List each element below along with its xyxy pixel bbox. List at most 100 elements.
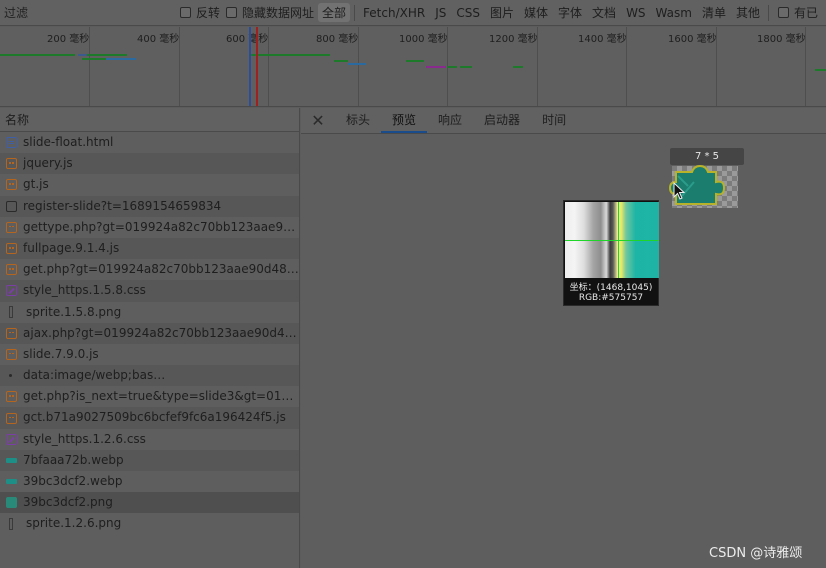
request-row[interactable]: sprite.1.5.8.png — [0, 302, 299, 323]
waterfall-bar — [106, 58, 136, 60]
timeline-tick-label: 200 毫秒 — [47, 34, 90, 45]
request-row[interactable]: register-slide?t=1689154659834 — [0, 195, 299, 217]
webp-image-icon — [6, 457, 17, 463]
request-row[interactable]: slide-float.html — [0, 132, 299, 153]
request-name: sprite.1.5.8.png — [26, 304, 122, 319]
request-list: 名称 slide-float.html jquery.js gt.js regi… — [0, 108, 300, 568]
waterfall-bar — [87, 54, 127, 56]
request-row[interactable]: 7bfaaa72b.webp — [0, 449, 299, 471]
request-row[interactable]: sprite.1.2.6.png — [0, 513, 299, 534]
script-icon — [6, 327, 17, 339]
timeline-tick-label: 1000 毫秒 — [399, 34, 448, 45]
request-row[interactable]: slide.7.9.0.js — [0, 344, 299, 365]
tab-timing[interactable]: 时间 — [531, 108, 577, 133]
request-row[interactable]: get.php?gt=019924a82c70bb123aae90d48308… — [0, 259, 299, 280]
request-row[interactable]: gct.b71a9027509bc6bcfef9fc6a196424f5.js — [0, 407, 299, 429]
request-rows: slide-float.html jquery.js gt.js registe… — [0, 132, 299, 535]
image-preview: 7 * 5 — [668, 148, 748, 212]
close-icon[interactable]: ✕ — [301, 108, 335, 133]
detail-tabs: ✕ 标头 预览 响应 启动器 时间 — [301, 108, 826, 134]
type-filter-css[interactable]: CSS — [452, 5, 484, 21]
has-blocked-cookies-checkbox-box[interactable] — [777, 7, 789, 18]
script-icon — [6, 348, 17, 360]
request-row[interactable]: ajax.php?gt=019924a82c70bb123aae90d4830… — [0, 322, 299, 344]
type-filter-font[interactable]: 字体 — [554, 3, 586, 22]
tab-response[interactable]: 响应 — [427, 108, 473, 133]
request-row[interactable]: gt.js — [0, 174, 299, 195]
tab-headers[interactable]: 标头 — [335, 108, 381, 133]
toolbar-separator — [354, 4, 356, 21]
request-name: 39bc3dcf2.webp — [23, 474, 123, 488]
type-filter-img[interactable]: 图片 — [486, 3, 518, 22]
stylesheet-icon — [6, 285, 17, 297]
webp-image-icon — [6, 479, 17, 485]
request-row[interactable]: style_https.1.5.8.css — [0, 280, 299, 302]
waterfall-bar — [82, 58, 106, 60]
type-filter-fetch-xhr[interactable]: Fetch/XHR — [359, 5, 429, 21]
waterfall-bar — [460, 66, 472, 68]
request-row-selected[interactable]: 39bc3dcf2.png — [0, 492, 299, 514]
request-name: style_https.1.2.6.css — [23, 431, 146, 446]
type-filter-manifest[interactable]: 清单 — [698, 3, 730, 22]
request-name: sprite.1.2.6.png — [26, 516, 122, 531]
watermark: CSDN @诗雅颂 — [709, 546, 803, 561]
invert-checkbox-box[interactable] — [180, 7, 191, 18]
timeline-tick-label: 800 毫秒 — [316, 34, 359, 45]
timeline-tick-label: 400 毫秒 — [137, 34, 180, 45]
document-icon — [6, 137, 17, 149]
type-filter-media[interactable]: 媒体 — [520, 3, 552, 22]
waterfall-bar — [513, 66, 523, 68]
has-blocked-cookies-checkbox[interactable]: 有已 — [777, 4, 818, 21]
type-filter-other[interactable]: 其他 — [732, 3, 764, 22]
waterfall-bar — [334, 60, 348, 62]
hide-data-urls-checkbox-box[interactable] — [226, 7, 238, 18]
invert-checkbox[interactable]: 反转 — [180, 4, 220, 21]
filter-input[interactable] — [4, 1, 174, 24]
waterfall-bar — [406, 60, 424, 62]
request-name: slide-float.html — [23, 135, 114, 149]
request-row[interactable]: jquery.js — [0, 153, 299, 175]
waterfall-bar — [815, 69, 826, 71]
request-row[interactable]: 39bc3dcf2.webp — [0, 471, 299, 492]
request-name: get.php?is_next=true&type=slide3&gt=0199… — [23, 389, 299, 404]
image-file-icon — [9, 517, 13, 530]
hide-data-urls-checkbox[interactable]: 隐藏数据网址 — [226, 4, 314, 21]
type-filter-all[interactable]: 全部 — [318, 3, 351, 22]
request-row[interactable]: data:image/webp;bas… — [0, 365, 299, 387]
magnifier-coordinates: 坐标：(1468,1045) — [569, 283, 653, 293]
timeline-tick-label: 1400 毫秒 — [578, 34, 627, 45]
type-filter-ws[interactable]: WS — [622, 5, 649, 21]
request-name: 39bc3dcf2.png — [23, 495, 113, 510]
request-name: register-slide?t=1689154659834 — [23, 198, 222, 213]
tab-initiator[interactable]: 启动器 — [473, 108, 531, 133]
request-name: gt.js — [23, 177, 49, 192]
script-icon — [6, 264, 17, 276]
type-filter-js[interactable]: JS — [431, 5, 450, 21]
stylesheet-icon — [6, 433, 17, 445]
magnifier-rgb-value: RGB:#575757 — [578, 293, 644, 303]
script-icon — [6, 412, 17, 424]
request-name: data:image/webp;bas… — [23, 368, 166, 383]
tab-preview[interactable]: 预览 — [381, 108, 428, 133]
script-icon — [6, 243, 17, 255]
name-column-header[interactable]: 名称 — [0, 108, 299, 132]
script-icon — [6, 221, 17, 233]
timeline-tick-label: 600 毫秒 — [226, 34, 269, 45]
request-name: get.php?gt=019924a82c70bb123aae90d48308… — [23, 262, 299, 277]
image-file-icon — [9, 306, 13, 319]
request-name: gct.b71a9027509bc6bcfef9fc6a196424f5.js — [23, 410, 286, 425]
request-row[interactable]: get.php?is_next=true&type=slide3&gt=0199… — [0, 386, 299, 407]
request-row[interactable]: style_https.1.2.6.css — [0, 429, 299, 450]
magnified-pixels — [565, 202, 659, 278]
timeline-tick-label: 1200 毫秒 — [489, 34, 538, 45]
request-row[interactable]: gettype.php?gt=019924a82c70bb123aae90d48… — [0, 217, 299, 238]
blank-file-icon — [6, 200, 17, 212]
network-overview-timeline[interactable]: 200 毫秒 400 毫秒 600 毫秒 800 毫秒 1000 毫秒 1200… — [0, 27, 826, 107]
script-icon — [6, 179, 17, 191]
filter-toolbar: 反转 隐藏数据网址 全部 Fetch/XHR JS CSS 图片 媒体 字体 文… — [0, 0, 826, 26]
invert-label: 反转 — [196, 6, 221, 20]
waterfall-bar — [348, 63, 366, 65]
type-filter-wasm[interactable]: Wasm — [652, 5, 696, 21]
type-filter-doc[interactable]: 文档 — [588, 3, 620, 22]
request-row[interactable]: fullpage.9.1.4.js — [0, 237, 299, 260]
